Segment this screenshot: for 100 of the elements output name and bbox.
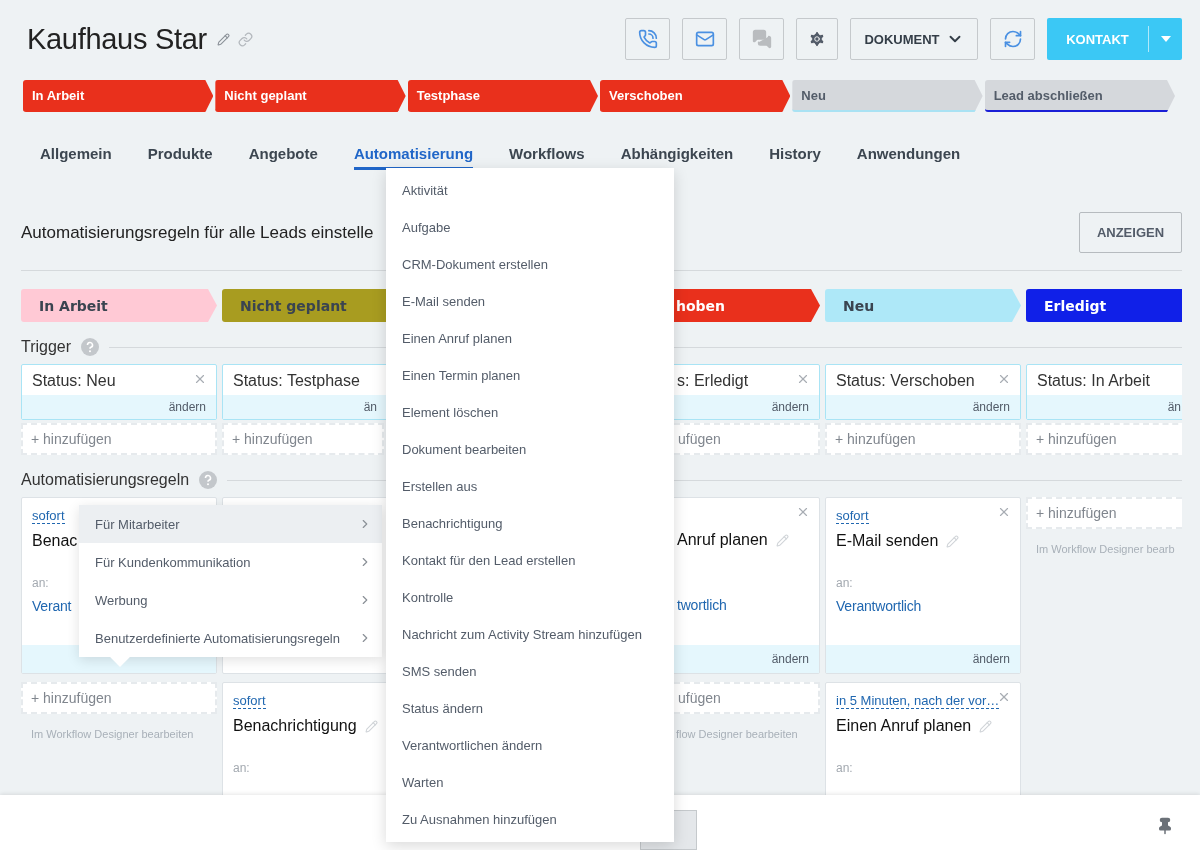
menu-item[interactable]: Verantwortlichen ändern xyxy=(386,727,674,764)
status-stage: In Arbeit xyxy=(21,289,217,322)
menu-item[interactable]: Element löschen xyxy=(386,394,674,431)
submenu-item[interactable]: Für Mitarbeiter xyxy=(79,505,382,543)
menu-item[interactable]: Kontrolle xyxy=(386,579,674,616)
trigger-label: Status: Verschoben xyxy=(836,372,975,389)
menu-item[interactable]: Status ändern xyxy=(386,690,674,727)
add-button[interactable]: + hinzufügen xyxy=(1026,497,1182,529)
rule-title: Benac xyxy=(32,532,78,550)
help-icon[interactable] xyxy=(81,338,100,356)
pencil-icon[interactable] xyxy=(946,534,960,548)
status-stage: Erledigt xyxy=(1026,289,1182,322)
menu-item[interactable]: Zu Ausnahmen hinzufügen xyxy=(386,801,674,838)
add-button[interactable]: + hinzufügen xyxy=(21,423,217,455)
close-icon[interactable] xyxy=(796,372,810,386)
tab[interactable]: Allgemein xyxy=(40,145,112,170)
stage-step[interactable]: Lead abschließen xyxy=(984,80,1175,112)
stage-step[interactable]: Nicht geplant xyxy=(215,80,406,112)
close-icon[interactable] xyxy=(997,690,1011,704)
change-link[interactable]: ändern xyxy=(972,400,1010,414)
submenu-item[interactable]: Für Kundenkommunikation xyxy=(79,543,382,581)
change-link[interactable]: än xyxy=(1167,400,1181,414)
change-link[interactable]: ändern xyxy=(771,400,809,414)
pencil-icon[interactable] xyxy=(979,719,993,733)
submenu-item[interactable]: Werbung xyxy=(79,581,382,619)
refresh-icon xyxy=(1002,29,1023,49)
submenu-item[interactable]: Benutzerdefinierte Automatisierungsregeln xyxy=(79,619,382,657)
sync-button[interactable] xyxy=(990,18,1035,60)
rule-title: Anruf planen xyxy=(677,531,768,549)
stage-step[interactable]: Verschoben xyxy=(600,80,791,112)
recipient-label: an: xyxy=(233,761,251,775)
stage-step[interactable]: Neu xyxy=(792,80,983,112)
add-button[interactable]: + hinzufügen xyxy=(21,682,217,714)
trigger-label: Status: In Arbeit xyxy=(1037,372,1150,389)
menu-item[interactable]: Dokument bearbeiten xyxy=(386,431,674,468)
add-button[interactable]: + hinzufügen xyxy=(825,423,1021,455)
recipient-label: an: xyxy=(32,576,50,590)
mail-icon xyxy=(694,29,715,49)
recipient-link[interactable]: twortlich xyxy=(677,597,727,613)
chat-icon xyxy=(751,29,772,49)
menu-item[interactable]: Aktivität xyxy=(386,172,674,209)
menu-item[interactable]: Erstellen aus xyxy=(386,468,674,505)
change-link[interactable]: ändern xyxy=(771,652,809,666)
rule-title: E-Mail senden xyxy=(836,532,939,550)
trigger-label: s: Erledigt xyxy=(677,372,749,389)
change-link[interactable]: ändern xyxy=(972,652,1010,666)
tab[interactable]: Produkte xyxy=(147,145,213,170)
menu-item[interactable]: Aufgabe xyxy=(386,209,674,246)
section-title: Automatisierungsregeln für alle Leads einstelle xyxy=(21,222,374,243)
menu-item[interactable]: Kontakt für den Lead erstellen xyxy=(386,542,674,579)
section-heading: Trigger xyxy=(21,338,72,356)
pencil-icon[interactable] xyxy=(364,719,378,733)
tab[interactable]: Abhängigkeiten xyxy=(620,145,734,170)
document-button[interactable]: DOKUMENT xyxy=(850,18,978,60)
tab[interactable]: History xyxy=(769,145,821,170)
change-link[interactable]: ändern xyxy=(168,400,206,414)
delay-link[interactable]: sofort xyxy=(233,693,266,709)
recipient-label: an: xyxy=(836,761,854,775)
delay-link[interactable]: sofort xyxy=(32,508,65,524)
help-icon[interactable] xyxy=(199,471,218,489)
pin-button[interactable] xyxy=(1156,817,1174,835)
menu-item[interactable]: Warten xyxy=(386,764,674,801)
tab[interactable]: Workflows xyxy=(509,145,585,170)
close-icon[interactable] xyxy=(997,372,1011,386)
tab[interactable]: Anwendungen xyxy=(856,145,961,170)
recipient-link[interactable]: Verantwortlich xyxy=(836,598,922,614)
phone-icon xyxy=(637,29,658,49)
stage-step[interactable]: In Arbeit xyxy=(23,80,214,112)
stage-step[interactable]: Testphase xyxy=(407,80,598,112)
close-icon[interactable] xyxy=(193,372,207,386)
delay-link[interactable]: in 5 Minuten, nach der vor… xyxy=(836,693,1000,709)
close-icon[interactable] xyxy=(796,505,810,519)
menu-item[interactable]: Einen Anruf planen xyxy=(386,320,674,357)
rule-title: Benachrichtigung xyxy=(233,717,357,735)
phone-button[interactable] xyxy=(625,18,670,60)
mail-button[interactable] xyxy=(682,18,727,60)
caret-icon xyxy=(1160,36,1171,42)
status-stage: Neu xyxy=(825,289,1021,322)
menu-item[interactable]: Benachrichtigung xyxy=(386,505,674,542)
menu-item[interactable]: CRM-Dokument erstellen xyxy=(386,246,674,283)
close-icon[interactable] xyxy=(997,505,1011,519)
trigger-label: Status: Testphase xyxy=(233,372,360,389)
menu-item[interactable]: Einen Termin planen xyxy=(386,357,674,394)
trigger-label: Status: Neu xyxy=(32,372,116,389)
menu-item[interactable]: E-Mail senden xyxy=(386,283,674,320)
menu-item[interactable]: Nachricht zum Activity Stream hinzufügen xyxy=(386,616,674,653)
show-button[interactable]: ANZEIGEN xyxy=(1079,212,1182,253)
change-link[interactable]: än xyxy=(363,400,377,414)
add-button[interactable]: + hinzufügen xyxy=(222,423,384,455)
tab[interactable]: Angebote xyxy=(248,145,318,170)
settings-button[interactable] xyxy=(796,18,838,60)
link-icon[interactable] xyxy=(237,31,253,47)
pencil-icon[interactable] xyxy=(216,32,230,46)
add-button[interactable]: + hinzufügen xyxy=(1026,423,1182,455)
menu-item[interactable]: SMS senden xyxy=(386,653,674,690)
pin-icon xyxy=(1156,817,1174,835)
recipient-link[interactable]: Verant xyxy=(32,598,72,614)
rule-title: Einen Anruf planen xyxy=(836,717,972,735)
delay-link[interactable]: sofort xyxy=(836,508,869,524)
pencil-icon[interactable] xyxy=(775,533,789,547)
